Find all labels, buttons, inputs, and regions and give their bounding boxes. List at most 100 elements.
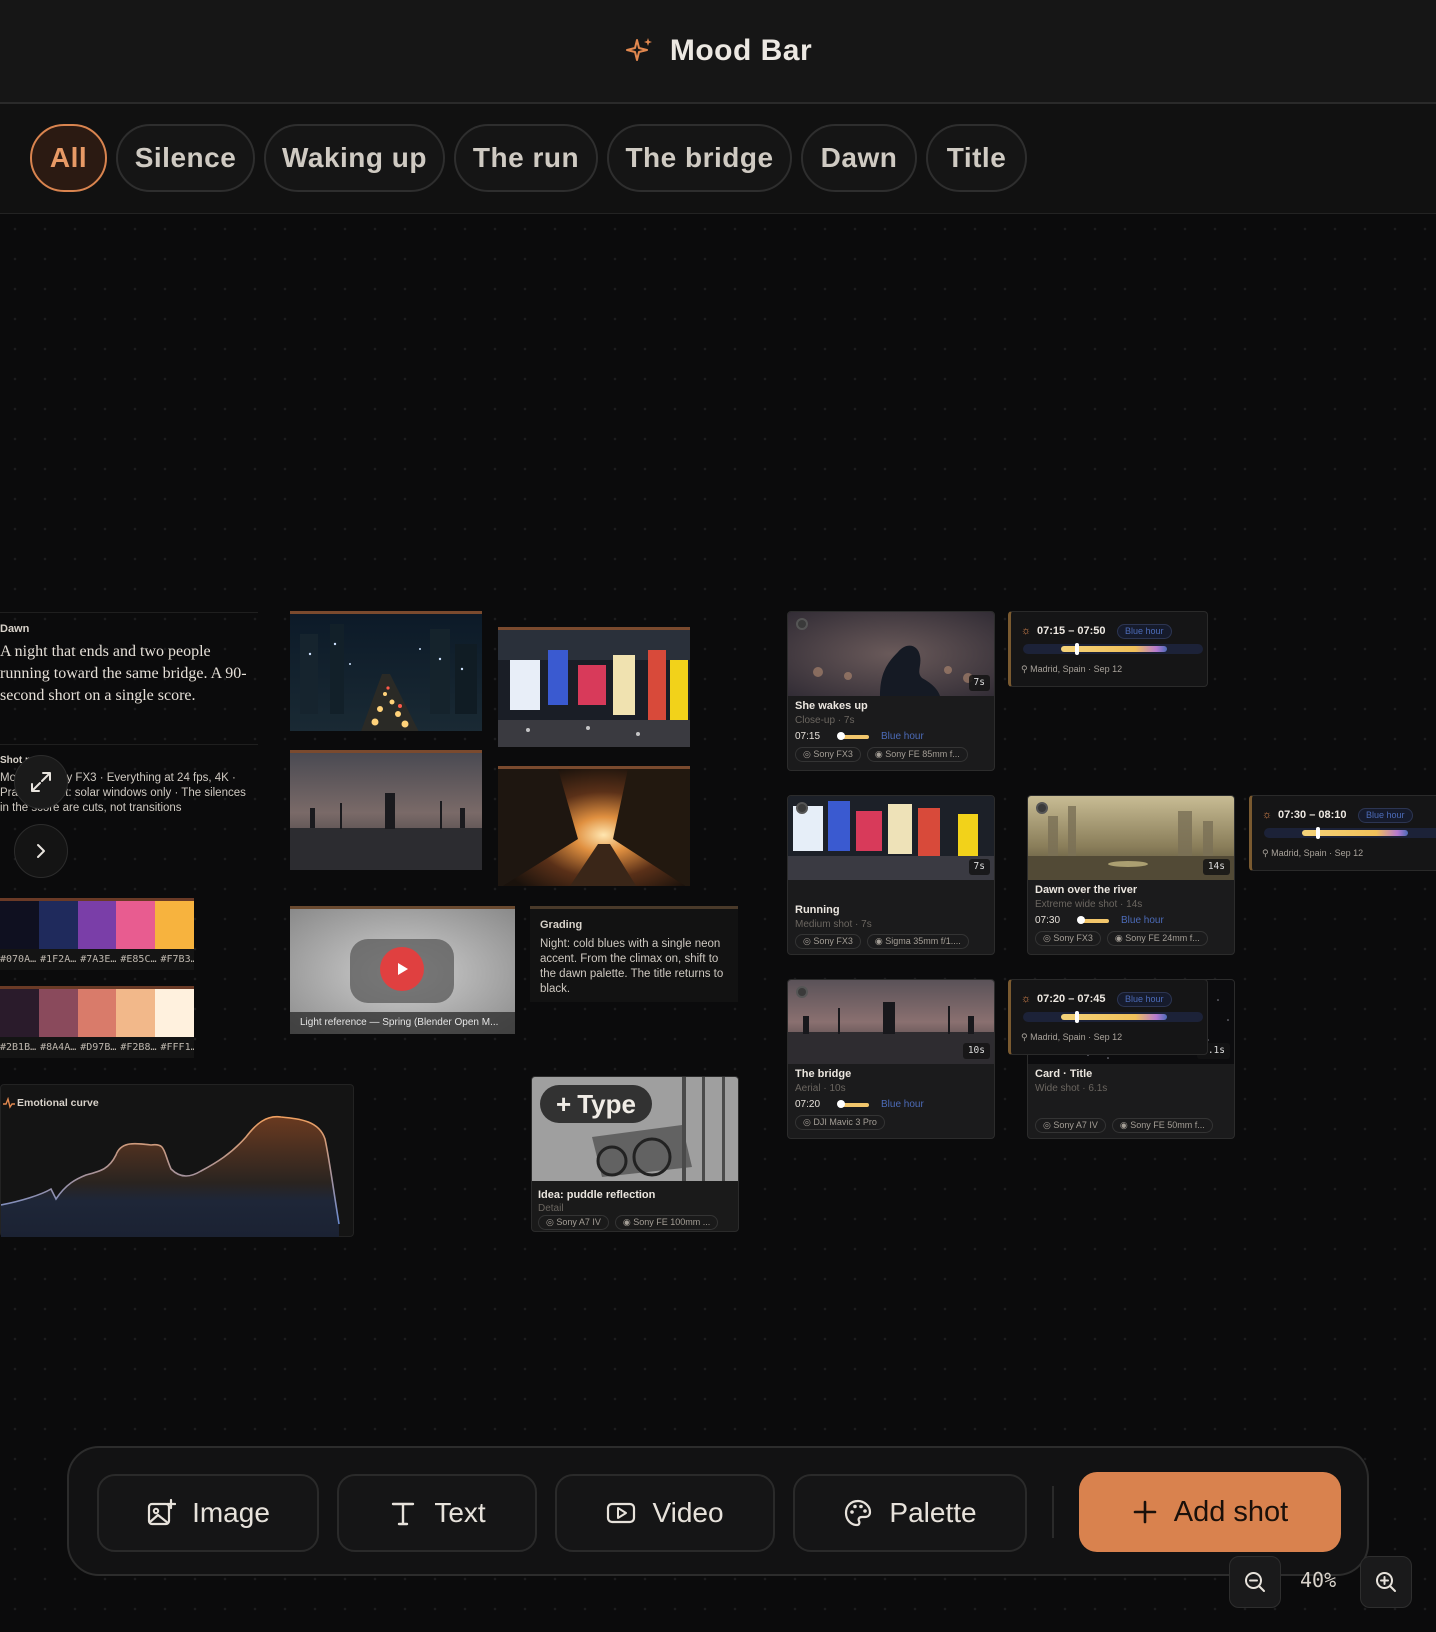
shot-meta: Wide shot · 6.1s (1035, 1083, 1108, 1094)
chevron-right-icon (37, 844, 45, 858)
swatch (155, 901, 194, 949)
swatch-code: #2B1B… (0, 1042, 37, 1053)
text-icon (392, 1502, 415, 1526)
light-badge: Blue hour (1117, 624, 1172, 639)
plus-icon (1133, 1500, 1157, 1524)
tab-all[interactable]: All (30, 124, 107, 192)
expand-icon (31, 772, 51, 792)
zoom-out-button[interactable] (1229, 1556, 1281, 1608)
image-plus-icon (147, 1498, 177, 1526)
duration-badge: 7s (968, 675, 990, 691)
swatch (116, 901, 156, 949)
palette-button-label: Palette (889, 1497, 977, 1528)
expand-button[interactable] (14, 755, 68, 809)
swatch (116, 989, 156, 1037)
tab-the-run[interactable]: The run (454, 124, 598, 192)
add-text-button[interactable]: Text (337, 1474, 537, 1552)
tab-title[interactable]: Title (926, 124, 1027, 192)
light-knob (837, 1100, 845, 1108)
zoom-in-button[interactable] (1360, 1556, 1412, 1608)
swatch (38, 901, 78, 949)
tab-dawn[interactable]: Dawn (801, 124, 917, 192)
tab-waking-up[interactable]: Waking up (264, 124, 445, 192)
time-card[interactable]: ☼ 07:20 – 07:45 Blue hour ⚲ Madrid, Spai… (1008, 979, 1208, 1055)
light-knob (837, 732, 845, 740)
tab-silence[interactable]: Silence (116, 124, 255, 192)
shot-name: Card · Title (1035, 1068, 1093, 1080)
swatch-code: #F2B8… (120, 1042, 157, 1053)
board-canvas[interactable]: Dawn A night that ends and two people ru… (0, 214, 1436, 1632)
add-shot-label: Add shot (1173, 1495, 1289, 1528)
camera-chip: ◎ Sony FX3 (1035, 931, 1101, 946)
curve-label: Emotional curve (17, 1097, 99, 1109)
time-card[interactable]: ☼ 07:30 – 08:10 Blue hour ⚲ Madrid, Spai… (1249, 795, 1436, 871)
video-reference-card[interactable]: Light reference — Spring (Blender Open M… (290, 906, 515, 1034)
shot-card-wake[interactable]: 7s She wakes up Close-up · 7s 07:15 Blue… (787, 611, 995, 771)
status-dot (796, 802, 808, 814)
duration-badge: 7s (968, 859, 990, 875)
idea-card[interactable]: + Type Idea: puddle reflection Detail ◎ … (531, 1076, 739, 1232)
palette-icon (845, 1499, 872, 1527)
zoom-out-icon (1245, 1572, 1265, 1592)
shot-card-bridge[interactable]: 10s The bridge Aerial · 10s 07:20 Blue h… (787, 979, 995, 1139)
add-shot-button[interactable]: Add shot (1079, 1472, 1341, 1552)
video-caption: Light reference — Spring (Blender Open M… (290, 1012, 515, 1034)
dawn-note-card[interactable]: Dawn A night that ends and two people ru… (0, 612, 258, 742)
light-badge: Blue hour (1117, 992, 1172, 1007)
sun-icon: ☼ (1021, 993, 1032, 1005)
status-dot (796, 986, 808, 998)
type-label: Type (577, 1088, 636, 1119)
shot-meta: Extreme wide shot · 14s (1035, 899, 1143, 910)
idea-meta: Detail (538, 1203, 564, 1214)
lens-chip: ◉ Sigma 35mm f/1.... (866, 934, 969, 949)
swatch (155, 989, 194, 1037)
add-image-button[interactable]: Image (97, 1474, 319, 1552)
app-title: Mood Bar (669, 34, 813, 67)
swatch (0, 901, 39, 949)
add-type-button[interactable]: + Type (540, 1085, 652, 1123)
plus-icon: + (556, 1088, 572, 1119)
light-label: Blue hour (881, 1099, 924, 1110)
time-range: 07:20 – 07:45 (1037, 993, 1106, 1005)
emotional-curve-card[interactable]: Emotional curve (0, 1084, 354, 1237)
swatch-code: #070A… (0, 954, 37, 965)
shot-meta: Close-up · 7s (795, 715, 855, 726)
swatch-code: #D97B… (80, 1042, 117, 1053)
image-neon-street[interactable] (498, 627, 690, 747)
play-button[interactable] (380, 947, 424, 991)
camera-chip: ◎ Sony A7 IV (1035, 1118, 1106, 1133)
image-bridge-dusk[interactable] (290, 750, 482, 870)
time-range: 07:30 – 08:10 (1278, 809, 1347, 821)
palette-dawn[interactable]: #2B1B… #8A4A… #D97B… #F2B8… #FFF1… (0, 986, 194, 1058)
shot-card-run[interactable]: 7s Running Medium shot · 7s ◎ Sony FX3 ◉… (787, 795, 995, 955)
swatch (77, 989, 117, 1037)
time-range: 07:15 – 07:50 (1037, 625, 1106, 637)
image-city-traffic[interactable] (290, 611, 482, 731)
note-label: Grading (540, 919, 583, 931)
next-button[interactable] (14, 824, 68, 878)
location: ⚲ Madrid, Spain · Sep 12 (1262, 848, 1364, 858)
add-palette-button[interactable]: Palette (793, 1474, 1027, 1552)
app-header: Mood Bar (0, 0, 1436, 104)
note-text: A night that ends and two people running… (0, 643, 247, 704)
video-button-label: Video (652, 1497, 724, 1528)
palette-night[interactable]: #070A… #1F2A… #7A3E… #E85C… #F7B3… (0, 898, 194, 970)
grading-note-card[interactable]: Grading Night: cold blues with a single … (530, 906, 738, 1002)
shot-meta: Aerial · 10s (795, 1083, 846, 1094)
zoom-in-icon (1376, 1572, 1396, 1592)
sun-icon: ☼ (1021, 625, 1032, 637)
pulse-icon (3, 1097, 15, 1109)
light-knob (1077, 916, 1085, 924)
location: ⚲ Madrid, Spain · Sep 12 (1021, 664, 1123, 674)
image-sunrise-street[interactable] (498, 766, 690, 886)
time-card[interactable]: ☼ 07:15 – 07:50 Blue hour ⚲ Madrid, Spai… (1008, 611, 1208, 687)
add-video-button[interactable]: Video (555, 1474, 775, 1552)
shot-card-river[interactable]: 14s Dawn over the river Extreme wide sho… (1027, 795, 1235, 955)
zoom-level: 40% (1300, 1568, 1337, 1592)
light-knob (1316, 827, 1320, 839)
location: ⚲ Madrid, Spain · Sep 12 (1021, 1032, 1123, 1042)
shot-name: Running (795, 904, 840, 916)
status-dot (1036, 802, 1048, 814)
tab-the-bridge[interactable]: The bridge (607, 124, 792, 192)
shot-time: 07:20 (795, 1099, 821, 1110)
